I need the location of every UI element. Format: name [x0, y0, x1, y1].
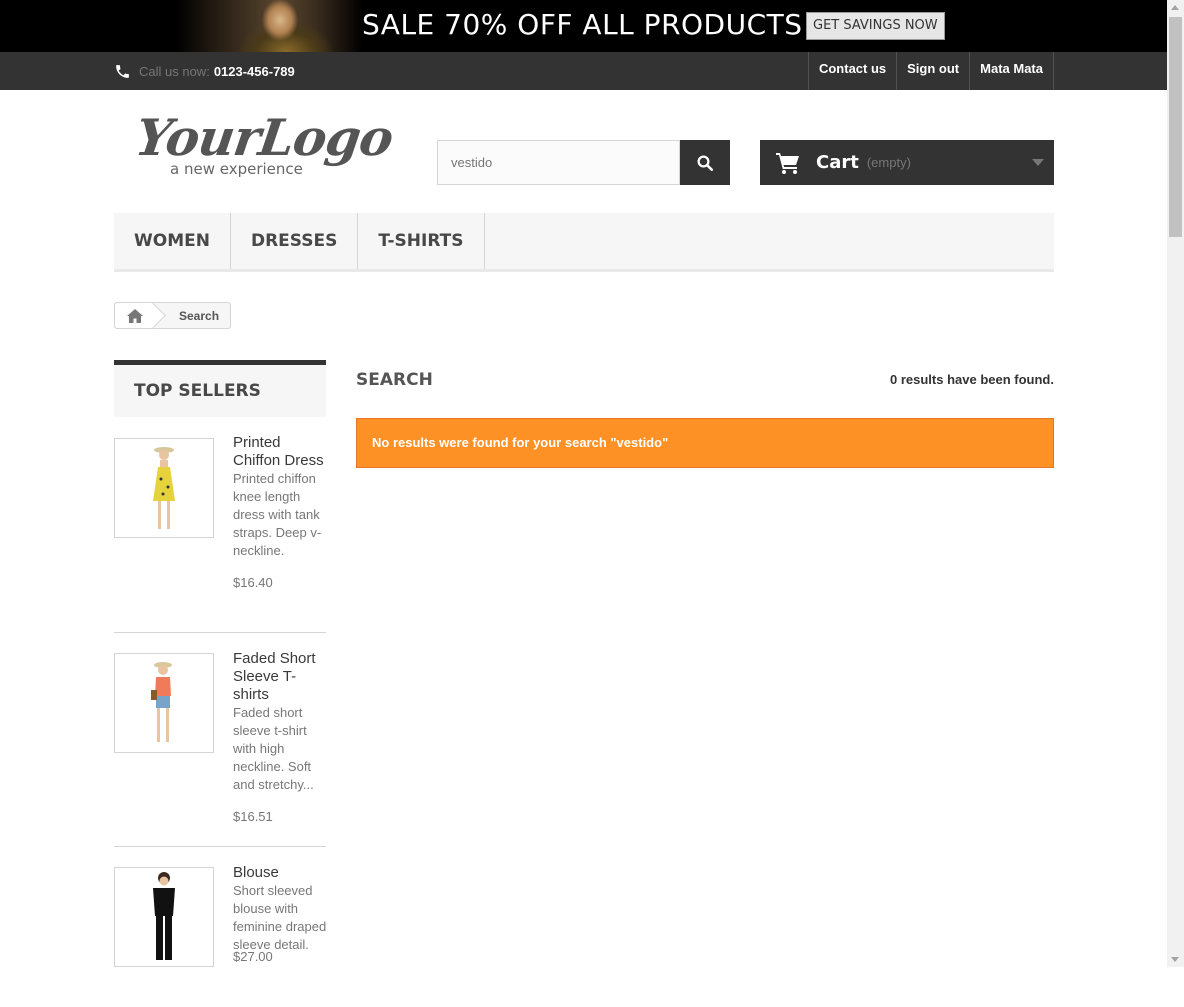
scroll-up-icon[interactable]	[1171, 5, 1179, 10]
breadcrumb-current: Search	[179, 308, 220, 323]
results-count: 0 results have been found.	[890, 372, 1054, 387]
menu-item-dresses[interactable]: DRESSES	[231, 213, 359, 269]
breadcrumb: Search	[114, 302, 232, 329]
product-image[interactable]	[114, 867, 214, 967]
top-links: Contact us Sign out Mata Mata	[807, 52, 1054, 90]
breadcrumb-home[interactable]	[115, 303, 155, 328]
product-image[interactable]	[114, 438, 214, 538]
product-price: $16.40	[233, 575, 273, 590]
cart-title: Cart	[816, 152, 859, 173]
search-form	[437, 140, 730, 185]
account-link[interactable]: Mata Mata	[969, 52, 1054, 90]
logo-wordmark: YourLogo	[131, 108, 397, 167]
top-sellers-block: TOP SELLERS Printed Chiffon Dress Printe…	[114, 360, 326, 1007]
product-description: Faded short sleeve t-shirt with high nec…	[233, 705, 314, 792]
cart-icon	[776, 152, 799, 174]
page-scrollbar[interactable]	[1167, 0, 1184, 967]
cart-status: (empty)	[866, 155, 911, 170]
sign-out-link[interactable]: Sign out	[896, 52, 969, 90]
banner-model-photo	[176, 0, 362, 52]
search-button[interactable]	[680, 140, 730, 185]
top-nav: Call us now: 0123-456-789 Contact us Sig…	[0, 52, 1167, 90]
product-photo-blouse	[153, 872, 175, 960]
main-menu: WOMEN DRESSES T-SHIRTS	[114, 213, 1054, 272]
cart-block[interactable]: Cart (empty)	[760, 140, 1054, 185]
product-photo-tshirt	[151, 662, 172, 742]
home-icon	[127, 308, 143, 323]
product-price: $27.00	[233, 949, 273, 964]
logo-tagline: a new experience	[170, 160, 303, 178]
phone-icon	[116, 64, 129, 78]
product-image[interactable]	[114, 653, 214, 753]
list-item: Blouse Short sleeved blouse with feminin…	[114, 847, 326, 1007]
product-name[interactable]: Blouse	[233, 864, 328, 882]
get-savings-button[interactable]: GET SAVINGS NOW	[806, 12, 945, 40]
phone-number: 0123-456-789	[213, 63, 295, 79]
list-item: Printed Chiffon Dress Printed chiffon kn…	[114, 434, 328, 633]
contact-us-link[interactable]: Contact us	[807, 52, 896, 90]
scroll-thumb[interactable]	[1169, 17, 1182, 237]
list-item: Faded Short Sleeve T-shirts Faded short …	[114, 633, 326, 847]
caret-down-icon[interactable]	[1032, 159, 1044, 166]
top-sellers-title[interactable]: TOP SELLERS	[114, 360, 326, 417]
product-photo-dress	[153, 447, 175, 529]
scroll-down-icon[interactable]	[1171, 957, 1179, 962]
page-title: SEARCH	[356, 370, 433, 390]
menu-item-women[interactable]: WOMEN	[114, 213, 231, 269]
product-description: Short sleeved blouse with feminine drape…	[233, 883, 327, 952]
product-price: $16.51	[233, 809, 273, 824]
menu-item-tshirts[interactable]: T-SHIRTS	[358, 213, 485, 269]
call-label: Call us now:	[139, 63, 210, 79]
product-name[interactable]: Printed Chiffon Dress	[233, 434, 328, 470]
search-icon	[697, 155, 714, 171]
product-name[interactable]: Faded Short Sleeve T-shirts	[233, 650, 328, 704]
product-description: Printed chiffon knee length dress with t…	[233, 471, 322, 558]
call-us: Call us now: 0123-456-789	[114, 52, 295, 90]
site-logo[interactable]: YourLogo a new experience	[132, 108, 397, 184]
search-input[interactable]	[437, 140, 680, 185]
no-results-alert: No results were found for your search "v…	[356, 418, 1054, 468]
banner-text: SALE 70% OFF ALL PRODUCTS	[362, 8, 803, 41]
promo-banner[interactable]: SALE 70% OFF ALL PRODUCTS GET SAVINGS NO…	[0, 0, 1167, 52]
